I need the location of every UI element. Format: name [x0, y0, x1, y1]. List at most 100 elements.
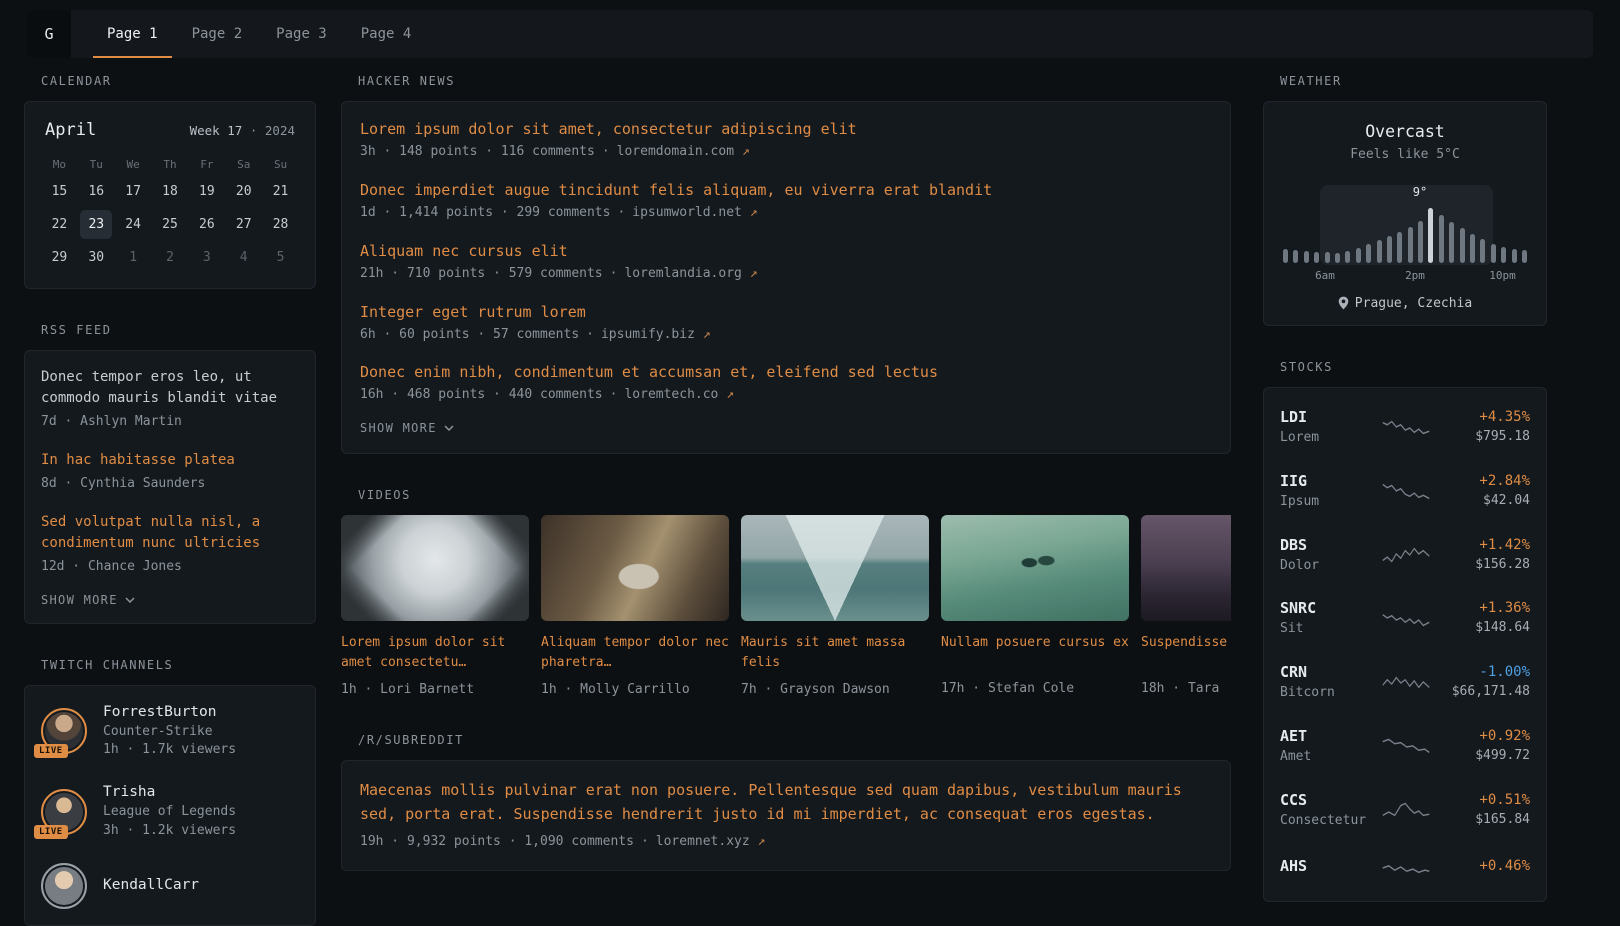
calendar-day: 24: [117, 210, 149, 239]
subreddit-panel: Maecenas mollis pulvinar erat non posuer…: [341, 760, 1231, 870]
calendar-day: 18: [154, 177, 186, 206]
hn-item-link[interactable]: Donec imperdiet augue tincidunt felis al…: [360, 181, 1212, 199]
calendar-day: 17: [117, 177, 149, 206]
stock-sparkline: [1382, 855, 1430, 881]
hn-domain-link[interactable]: loremlandia.org ↗: [624, 265, 757, 284]
hn-domain-link[interactable]: loremdomain.com ↗: [617, 143, 750, 162]
hn-domain-link[interactable]: ipsumify.biz ↗: [601, 326, 711, 345]
stock-ticker: CCS: [1280, 791, 1372, 809]
external-link-icon: ↗: [758, 834, 766, 849]
channel-name: ForrestBurton: [103, 702, 236, 723]
hn-widget-title: HACKER NEWS: [358, 74, 1231, 88]
video-row: Lorem ipsum dolor sit amet consectetu… 1…: [341, 515, 1231, 699]
stock-values: +2.84% $42.04: [1440, 473, 1530, 511]
stock-row[interactable]: AET Amet +0.92% $499.72: [1280, 715, 1530, 779]
right-column: WEATHER Overcast Feels like 5°C 9° 6am 2…: [1263, 74, 1547, 902]
twitch-channel[interactable]: KendallCarr: [41, 863, 299, 909]
subreddit-widget-title: /R/SUBREDDIT: [358, 733, 1231, 747]
stock-row[interactable]: LDI Lorem +4.35% $795.18: [1280, 396, 1530, 460]
avatar-wrap: LIVE: [41, 708, 87, 754]
rss-item: Sed volutpat nulla nisl, a condimentum n…: [41, 512, 299, 577]
stock-sparkline: [1382, 670, 1430, 696]
weather-feels-like: Feels like 5°C: [1280, 146, 1530, 165]
external-link-icon: ↗: [703, 327, 711, 342]
stock-change: +1.42%: [1440, 537, 1530, 553]
hn-panel: Lorem ipsum dolor sit amet, consectetur …: [341, 101, 1231, 454]
weather-location: Prague, Czechia: [1280, 296, 1530, 311]
hacker-news-widget: HACKER NEWS Lorem ipsum dolor sit amet, …: [341, 74, 1231, 454]
weather-bar: [1460, 228, 1465, 263]
weather-axis: 6am 2pm 10pm: [1280, 269, 1530, 283]
channel-name: Trisha: [103, 782, 236, 803]
video-thumbnail: [341, 515, 529, 621]
hn-domain-link[interactable]: ipsumworld.net ↗: [632, 204, 757, 223]
weather-widget: WEATHER Overcast Feels like 5°C 9° 6am 2…: [1263, 74, 1547, 326]
twitch-panel: LIVE ForrestBurton Counter-Strike 1h · 1…: [24, 685, 316, 926]
reddit-post: Maecenas mollis pulvinar erat non posuer…: [360, 779, 1212, 851]
stock-sparkline: [1382, 606, 1430, 632]
stock-price: $795.18: [1440, 428, 1530, 447]
stock-sparkline: [1382, 798, 1430, 824]
page-tab[interactable]: Page 3: [262, 10, 341, 58]
twitch-channel[interactable]: LIVE ForrestBurton Counter-Strike 1h · 1…: [41, 702, 299, 761]
weather-bar: [1491, 244, 1496, 263]
hn-item-meta: 21h · 710 points · 579 comments · loreml…: [360, 265, 1212, 284]
page-tab[interactable]: Page 2: [178, 10, 257, 58]
video-card[interactable]: Mauris sit amet massa felis 7h · Grayson…: [741, 515, 929, 699]
stock-row[interactable]: DBS Dolor +1.42% $156.28: [1280, 524, 1530, 588]
hn-item-link[interactable]: Integer eget rutrum lorem: [360, 303, 1212, 321]
reddit-post-link[interactable]: Maecenas mollis pulvinar erat non posuer…: [360, 779, 1212, 826]
video-card[interactable]: Suspendisse diam 18h · Tara: [1141, 515, 1231, 699]
hn-item-link[interactable]: Lorem ipsum dolor sit amet, consectetur …: [360, 120, 1212, 138]
calendar-day: 1: [117, 243, 149, 272]
channel-game: League of Legends: [103, 803, 236, 822]
weather-bar: [1480, 239, 1485, 263]
stock-row[interactable]: AHS +0.46%: [1280, 843, 1530, 893]
video-card[interactable]: Aliquam tempor dolor nec pharetra… 1h · …: [541, 515, 729, 699]
stock-price: $66,171.48: [1440, 683, 1530, 702]
calendar-day: 5: [265, 243, 297, 272]
channel-info: ForrestBurton Counter-Strike 1h · 1.7k v…: [103, 702, 236, 761]
videos-widget-title: VIDEOS: [358, 488, 1231, 502]
weather-bar: [1314, 252, 1319, 263]
stock-ticker: IIG: [1280, 472, 1372, 490]
rss-item-link[interactable]: In hac habitasse platea: [41, 450, 299, 471]
twitch-widget-title: TWITCH CHANNELS: [41, 658, 316, 672]
hn-item-meta: 1d · 1,414 points · 299 comments · ipsum…: [360, 204, 1212, 223]
twitch-widget: TWITCH CHANNELS LIVE ForrestBurton Count…: [24, 658, 316, 926]
rss-item-link[interactable]: Sed volutpat nulla nisl, a condimentum n…: [41, 512, 299, 554]
video-meta: 18h · Tara: [1141, 680, 1231, 699]
stock-sparkline: [1382, 415, 1430, 441]
rss-item: In hac habitasse platea 8d · Cynthia Sau…: [41, 450, 299, 494]
stock-id: LDI Lorem: [1280, 408, 1372, 448]
calendar-day: 2: [154, 243, 186, 272]
page-tab[interactable]: Page 4: [347, 10, 426, 58]
stock-ticker: LDI: [1280, 408, 1372, 426]
hn-item-link[interactable]: Donec enim nibh, condimentum et accumsan…: [360, 363, 1212, 381]
stock-change: +2.84%: [1440, 473, 1530, 489]
avatar-wrap: [41, 863, 87, 909]
calendar-day: 29: [43, 243, 75, 272]
reddit-domain-link[interactable]: loremnet.xyz ↗: [656, 833, 766, 852]
hn-item-link[interactable]: Aliquam nec cursus elit: [360, 242, 1212, 260]
video-card[interactable]: Nullam posuere cursus ex 17h · Stefan Co…: [941, 515, 1129, 699]
calendar-day: 4: [228, 243, 260, 272]
hn-show-more-button[interactable]: SHOW MORE: [360, 421, 454, 435]
video-thumbnail: [741, 515, 929, 621]
stocks-widget: STOCKS LDI Lorem +4.35% $795.1: [1263, 360, 1547, 902]
twitch-channel[interactable]: LIVE Trisha League of Legends 3h · 1.2k …: [41, 782, 299, 841]
stock-row[interactable]: CRN Bitcorn -1.00% $66,171.48: [1280, 651, 1530, 715]
rss-item-link[interactable]: Donec tempor eros leo, ut commodo mauris…: [41, 367, 299, 409]
stock-row[interactable]: CCS Consectetur +0.51% $165.84: [1280, 779, 1530, 843]
stocks-panel: LDI Lorem +4.35% $795.18: [1263, 387, 1547, 902]
stock-change: +0.92%: [1440, 728, 1530, 744]
video-card[interactable]: Lorem ipsum dolor sit amet consectetu… 1…: [341, 515, 529, 699]
rss-show-more-button[interactable]: SHOW MORE: [41, 593, 135, 607]
rss-item: Donec tempor eros leo, ut commodo mauris…: [41, 367, 299, 432]
calendar-day: 23: [80, 210, 112, 239]
stock-row[interactable]: SNRC Sit +1.36% $148.64: [1280, 587, 1530, 651]
page-tab[interactable]: Page 1: [93, 10, 172, 58]
weather-bar: [1325, 252, 1330, 263]
stock-row[interactable]: IIG Ipsum +2.84% $42.04: [1280, 460, 1530, 524]
hn-domain-link[interactable]: loremtech.co ↗: [624, 386, 734, 405]
